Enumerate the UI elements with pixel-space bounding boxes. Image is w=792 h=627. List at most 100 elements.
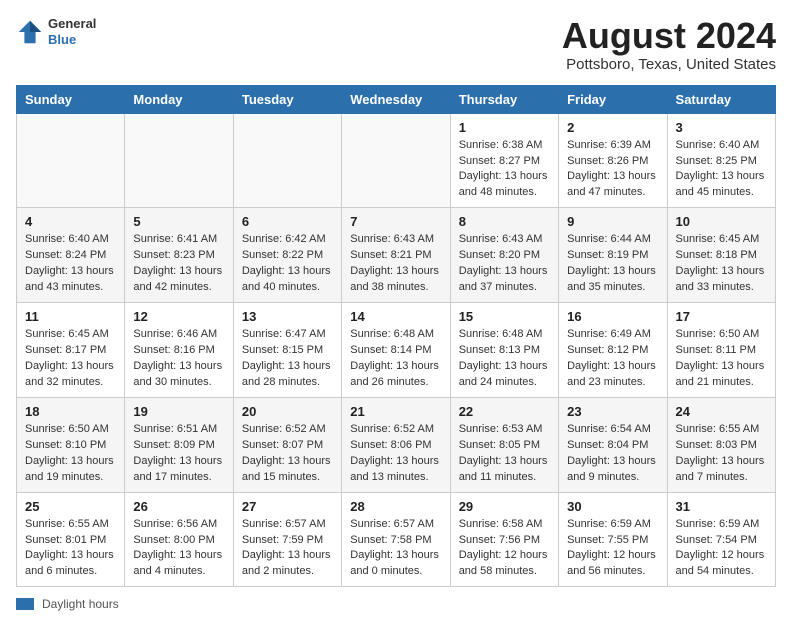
day-number: 5	[133, 214, 224, 229]
calendar-cell	[17, 113, 125, 208]
weekday-header-tuesday: Tuesday	[233, 85, 341, 113]
calendar-week-1: 1Sunrise: 6:38 AM Sunset: 8:27 PM Daylig…	[17, 113, 776, 208]
calendar-table: SundayMondayTuesdayWednesdayThursdayFrid…	[16, 85, 776, 588]
day-number: 26	[133, 499, 224, 514]
calendar-cell: 8 Sunrise: 6:43 AM Sunset: 8:20 PM Daylig…	[450, 208, 558, 303]
calendar-cell: 16 Sunrise: 6:49 AM Sunset: 8:12 PM Dayli…	[559, 303, 667, 398]
day-info: Sunrise: 6:50 AM Sunset: 8:11 PM Dayligh…	[676, 327, 767, 391]
day-number: 16	[567, 309, 658, 324]
day-number: 24	[676, 404, 767, 419]
day-info: Sunrise: 6:53 AM Sunset: 8:05 PM Dayligh…	[459, 422, 550, 486]
day-info: Sunrise: 6:52 AM Sunset: 8:07 PM Dayligh…	[242, 422, 333, 486]
calendar-cell: 29Sunrise: 6:58 AM Sunset: 7:56 PM Dayli…	[450, 492, 558, 587]
weekday-header-wednesday: Wednesday	[342, 85, 450, 113]
day-number: 28	[350, 499, 441, 514]
day-number: 15	[459, 309, 550, 324]
day-info: Sunrise: 6:55 AM Sunset: 8:01 PM Dayligh…	[25, 517, 116, 581]
calendar-cell: 13 Sunrise: 6:47 AM Sunset: 8:15 PM Dayli…	[233, 303, 341, 398]
day-number: 23	[567, 404, 658, 419]
day-info: Sunrise: 6:40 AM Sunset: 8:25 PM Dayligh…	[676, 138, 767, 202]
day-info: Sunrise: 6:48 AM Sunset: 8:13 PM Dayligh…	[459, 327, 550, 391]
weekday-header-thursday: Thursday	[450, 85, 558, 113]
day-number: 7	[350, 214, 441, 229]
calendar-cell	[233, 113, 341, 208]
calendar-cell: 30Sunrise: 6:59 AM Sunset: 7:55 PM Dayli…	[559, 492, 667, 587]
day-number: 17	[676, 309, 767, 324]
day-number: 27	[242, 499, 333, 514]
calendar-week-4: 18 Sunrise: 6:50 AM Sunset: 8:10 PM Dayli…	[17, 397, 776, 492]
month-title: August 2024	[562, 16, 776, 56]
calendar-cell: 24Sunrise: 6:55 AM Sunset: 8:03 PM Dayli…	[667, 397, 775, 492]
day-info: Sunrise: 6:42 AM Sunset: 8:22 PM Dayligh…	[242, 232, 333, 296]
calendar-week-2: 4 Sunrise: 6:40 AM Sunset: 8:24 PM Daylig…	[17, 208, 776, 303]
day-info: Sunrise: 6:52 AM Sunset: 8:06 PM Dayligh…	[350, 422, 441, 486]
day-info: Sunrise: 6:50 AM Sunset: 8:10 PM Dayligh…	[25, 422, 116, 486]
calendar-cell: 5 Sunrise: 6:41 AM Sunset: 8:23 PM Daylig…	[125, 208, 233, 303]
day-info: Sunrise: 6:54 AM Sunset: 8:04 PM Dayligh…	[567, 422, 658, 486]
calendar-cell: 22 Sunrise: 6:53 AM Sunset: 8:05 PM Dayli…	[450, 397, 558, 492]
day-number: 6	[242, 214, 333, 229]
day-number: 4	[25, 214, 116, 229]
calendar-cell: 1Sunrise: 6:38 AM Sunset: 8:27 PM Daylig…	[450, 113, 558, 208]
day-number: 2	[567, 120, 658, 135]
weekday-header-saturday: Saturday	[667, 85, 775, 113]
day-number: 13	[242, 309, 333, 324]
calendar-cell: 11 Sunrise: 6:45 AM Sunset: 8:17 PM Dayli…	[17, 303, 125, 398]
day-info: Sunrise: 6:45 AM Sunset: 8:18 PM Dayligh…	[676, 232, 767, 296]
title-area: August 2024 Pottsboro, Texas, United Sta…	[562, 16, 776, 73]
page-header: General Blue August 2024 Pottsboro, Texa…	[16, 16, 776, 73]
calendar-cell: 21Sunrise: 6:52 AM Sunset: 8:06 PM Dayli…	[342, 397, 450, 492]
logo-blue: Blue	[48, 32, 96, 48]
calendar-cell: 23 Sunrise: 6:54 AM Sunset: 8:04 PM Dayli…	[559, 397, 667, 492]
day-info: Sunrise: 6:43 AM Sunset: 8:21 PM Dayligh…	[350, 232, 441, 296]
day-number: 29	[459, 499, 550, 514]
weekday-header-friday: Friday	[559, 85, 667, 113]
calendar-cell: 12Sunrise: 6:46 AM Sunset: 8:16 PM Dayli…	[125, 303, 233, 398]
day-info: Sunrise: 6:47 AM Sunset: 8:15 PM Dayligh…	[242, 327, 333, 391]
day-number: 19	[133, 404, 224, 419]
weekday-header-row: SundayMondayTuesdayWednesdayThursdayFrid…	[17, 85, 776, 113]
logo: General Blue	[16, 16, 96, 47]
day-number: 8	[459, 214, 550, 229]
day-info: Sunrise: 6:40 AM Sunset: 8:24 PM Dayligh…	[25, 232, 116, 296]
day-info: Sunrise: 6:45 AM Sunset: 8:17 PM Dayligh…	[25, 327, 116, 391]
logo-text: General Blue	[48, 16, 96, 47]
calendar-cell: 20Sunrise: 6:52 AM Sunset: 8:07 PM Dayli…	[233, 397, 341, 492]
calendar-cell: 6 Sunrise: 6:42 AM Sunset: 8:22 PM Daylig…	[233, 208, 341, 303]
calendar-cell	[125, 113, 233, 208]
day-info: Sunrise: 6:57 AM Sunset: 7:59 PM Dayligh…	[242, 517, 333, 581]
day-info: Sunrise: 6:49 AM Sunset: 8:12 PM Dayligh…	[567, 327, 658, 391]
calendar-cell: 9Sunrise: 6:44 AM Sunset: 8:19 PM Daylig…	[559, 208, 667, 303]
calendar-cell: 2 Sunrise: 6:39 AM Sunset: 8:26 PM Daylig…	[559, 113, 667, 208]
weekday-header-monday: Monday	[125, 85, 233, 113]
calendar-cell: 31 Sunrise: 6:59 AM Sunset: 7:54 PM Dayli…	[667, 492, 775, 587]
day-number: 22	[459, 404, 550, 419]
day-info: Sunrise: 6:41 AM Sunset: 8:23 PM Dayligh…	[133, 232, 224, 296]
day-number: 25	[25, 499, 116, 514]
calendar-week-3: 11 Sunrise: 6:45 AM Sunset: 8:17 PM Dayli…	[17, 303, 776, 398]
day-number: 31	[676, 499, 767, 514]
day-number: 18	[25, 404, 116, 419]
location: Pottsboro, Texas, United States	[562, 56, 776, 73]
legend: Daylight hours	[16, 597, 776, 611]
day-info: Sunrise: 6:43 AM Sunset: 8:20 PM Dayligh…	[459, 232, 550, 296]
day-info: Sunrise: 6:59 AM Sunset: 7:54 PM Dayligh…	[676, 517, 767, 581]
calendar-cell: 26Sunrise: 6:56 AM Sunset: 8:00 PM Dayli…	[125, 492, 233, 587]
calendar-cell: 15 Sunrise: 6:48 AM Sunset: 8:13 PM Dayli…	[450, 303, 558, 398]
day-info: Sunrise: 6:38 AM Sunset: 8:27 PM Dayligh…	[459, 138, 550, 202]
calendar-cell: 14Sunrise: 6:48 AM Sunset: 8:14 PM Dayli…	[342, 303, 450, 398]
day-number: 11	[25, 309, 116, 324]
day-number: 3	[676, 120, 767, 135]
weekday-header-sunday: Sunday	[17, 85, 125, 113]
calendar-cell: 18 Sunrise: 6:50 AM Sunset: 8:10 PM Dayli…	[17, 397, 125, 492]
legend-label: Daylight hours	[42, 597, 119, 611]
day-info: Sunrise: 6:39 AM Sunset: 8:26 PM Dayligh…	[567, 138, 658, 202]
calendar-week-5: 25 Sunrise: 6:55 AM Sunset: 8:01 PM Dayli…	[17, 492, 776, 587]
calendar-cell: 10Sunrise: 6:45 AM Sunset: 8:18 PM Dayli…	[667, 208, 775, 303]
calendar-cell: 3 Sunrise: 6:40 AM Sunset: 8:25 PM Daylig…	[667, 113, 775, 208]
calendar-cell: 25 Sunrise: 6:55 AM Sunset: 8:01 PM Dayli…	[17, 492, 125, 587]
calendar-cell: 17 Sunrise: 6:50 AM Sunset: 8:11 PM Dayli…	[667, 303, 775, 398]
logo-icon	[16, 18, 44, 46]
calendar-cell: 4 Sunrise: 6:40 AM Sunset: 8:24 PM Daylig…	[17, 208, 125, 303]
day-info: Sunrise: 6:59 AM Sunset: 7:55 PM Dayligh…	[567, 517, 658, 581]
